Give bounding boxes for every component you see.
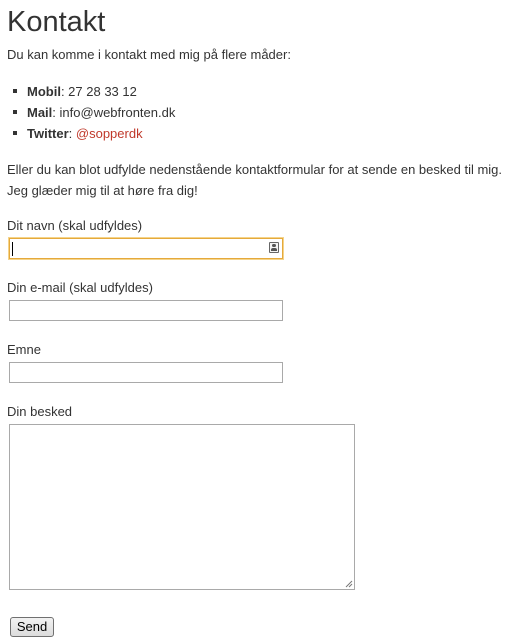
resize-grip-icon[interactable] [345, 580, 353, 588]
contact-separator: : [68, 126, 76, 141]
bullet-icon [13, 89, 17, 93]
contact-list: Mobil: 27 28 33 12 Mail: info@webfronten… [7, 81, 175, 144]
note-line: Eller du kan blot udfylde nedenstående k… [7, 162, 503, 177]
message-field[interactable] [9, 424, 355, 590]
contact-label: Twitter [27, 126, 69, 141]
contact-value: 27 28 33 12 [68, 84, 137, 99]
contact-item-twitter: Twitter: @sopperdk [13, 123, 175, 144]
email-field[interactable] [9, 300, 283, 321]
contact-label: Mail [27, 105, 53, 120]
bullet-icon [13, 110, 17, 114]
message-label: Din besked [7, 404, 73, 419]
name-label: Dit navn (skal udfyldes) [7, 218, 143, 233]
note-line: Jeg glæder mig til at høre fra dig! [7, 183, 198, 198]
twitter-link[interactable]: @sopperdk [76, 126, 143, 141]
subject-field[interactable] [9, 362, 283, 383]
contact-item-mobile: Mobil: 27 28 33 12 [13, 81, 175, 102]
send-button[interactable]: Send [10, 617, 54, 637]
contact-label: Mobil [27, 84, 61, 99]
contact-separator: : [52, 105, 60, 120]
note-text: Eller du kan blot udfylde nedenstående k… [7, 159, 507, 201]
name-field[interactable] [9, 238, 283, 259]
contact-value: info@webfronten.dk [59, 105, 176, 120]
page-title: Kontakt [7, 6, 106, 38]
contact-card-icon[interactable] [269, 242, 279, 253]
bullet-icon [13, 131, 17, 135]
contact-item-mail: Mail: info@webfronten.dk [13, 102, 176, 123]
subject-label: Emne [7, 342, 41, 357]
email-label: Din e-mail (skal udfyldes) [7, 280, 153, 295]
intro-text: Du kan komme i kontakt med mig på flere … [7, 47, 291, 62]
text-caret [12, 242, 13, 256]
